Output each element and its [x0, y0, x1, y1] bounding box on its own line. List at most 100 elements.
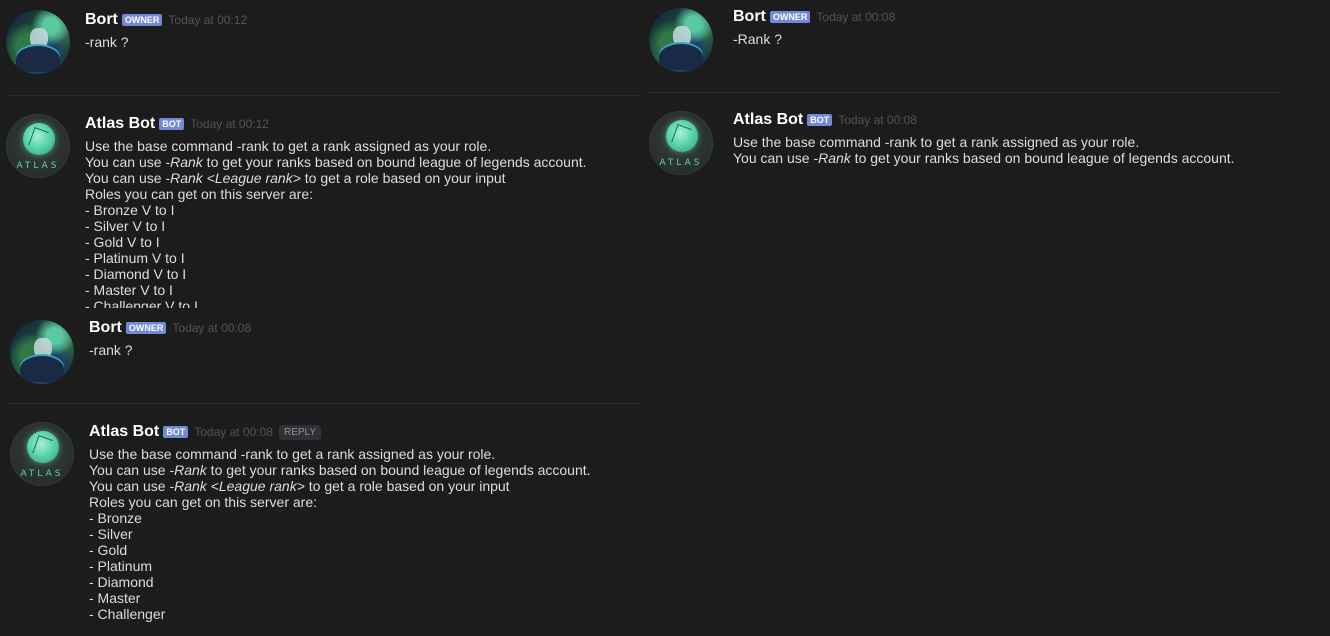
bot-avatar[interactable]: ATLAS [649, 111, 713, 175]
command-syntax: Rank <League rank> [174, 478, 305, 494]
message-line-text: You can use - [89, 462, 175, 478]
atlas-logo-text: ATLAS [659, 158, 703, 168]
message-line-text: You can use - [733, 150, 819, 166]
message-line: Use the base command -rank to get a rank… [89, 446, 591, 462]
bot-avatar[interactable]: ATLAS [10, 422, 74, 486]
reply-button[interactable]: REPLY [278, 424, 322, 440]
user-avatar[interactable] [6, 10, 70, 74]
bot-badge: BOT [159, 118, 185, 130]
message-line: You can use -Rank to get your ranks base… [733, 150, 1235, 166]
username[interactable]: Bort [89, 319, 122, 336]
message-line-text: Roles you can get on this server are: [89, 494, 318, 510]
user-message: Bort OWNER Today at 00:08 -rank ? [4, 310, 640, 403]
message-line: - Challenger V to I [85, 298, 587, 308]
command-syntax: Rank [818, 150, 851, 166]
message-line: - Bronze V to I [85, 202, 587, 218]
message-line: You can use -Rank to get your ranks base… [89, 462, 591, 478]
message-line-text: You can use - [89, 478, 175, 494]
owner-badge: OWNER [769, 11, 811, 23]
message-line: You can use -Rank <League rank> to get a… [85, 170, 587, 186]
bot-message-text: Use the base command -rank to get a rank… [89, 446, 591, 622]
bot-message-text: Use the base command -rank to get a rank… [85, 138, 587, 308]
message-line-text: - Platinum [89, 558, 153, 574]
globe-icon [27, 431, 59, 463]
chat-panel-1: Bort OWNER Today at 00:12 -rank ? ATLAS At… [0, 0, 640, 308]
timestamp: Today at 00:08 [838, 113, 917, 127]
owner-badge: OWNER [121, 14, 163, 26]
message-line-text: You can use - [85, 170, 171, 186]
message-line: - Gold V to I [85, 234, 587, 250]
timestamp: Today at 00:12 [168, 13, 248, 27]
command-syntax: Rank [170, 154, 203, 170]
message-line-text: - Challenger [89, 606, 166, 622]
username[interactable]: Bort [85, 11, 118, 28]
timestamp: Today at 00:08 [194, 425, 273, 439]
globe-icon [23, 123, 55, 155]
bot-message-text: Use the base command -rank to get a rank… [733, 134, 1235, 166]
message-line: - Silver [89, 526, 591, 542]
message-line: - Bronze [89, 510, 591, 526]
message-line: - Challenger [89, 606, 591, 622]
message-line: - Master [89, 590, 591, 606]
message-text: -Rank ? [733, 31, 783, 47]
message-line: - Diamond V to I [85, 266, 587, 282]
message-line-text: - Bronze V to I [85, 202, 175, 218]
message-line-text: Roles you can get on this server are: [85, 186, 314, 202]
message-line-text: Use the base command -rank to get a rank… [733, 134, 1140, 150]
bot-message: ATLAS Atlas Bot BOT Today at 00:08 Use the… [643, 93, 1330, 176]
message-line: You can use -Rank to get your ranks base… [85, 154, 587, 170]
bot-name[interactable]: Atlas Bot [89, 423, 159, 440]
message-line: - Platinum [89, 558, 591, 574]
user-message: Bort OWNER Today at 00:08 -Rank ? [643, 0, 1330, 92]
chat-panel-2: Bort OWNER Today at 00:08 -rank ? ATLAS At… [4, 310, 640, 636]
message-line-text: Use the base command -rank to get a rank… [89, 446, 496, 462]
message-line-text: to get a role based on your input [300, 170, 506, 186]
message-line-text: - Bronze [89, 510, 142, 526]
message-line-text: - Silver [89, 526, 133, 542]
atlas-logo-text: ATLAS [16, 161, 60, 171]
bot-message: ATLAS Atlas Bot BOT Today at 00:08 REPLY Us… [4, 404, 640, 636]
message-line: - Silver V to I [85, 218, 587, 234]
timestamp: Today at 00:08 [172, 321, 252, 335]
bot-avatar[interactable]: ATLAS [6, 114, 70, 178]
user-avatar[interactable] [649, 8, 713, 72]
message-line-text: - Gold V to I [85, 234, 160, 250]
message-line: Use the base command -rank to get a rank… [85, 138, 587, 154]
message-line-text: to get your ranks based on bound league … [850, 150, 1235, 166]
command-syntax: Rank <League rank> [170, 170, 301, 186]
globe-icon [666, 120, 698, 152]
message-line-text: to get a role based on your input [304, 478, 510, 494]
bot-name[interactable]: Atlas Bot [733, 111, 803, 128]
message-line-text: - Master V to I [85, 282, 173, 298]
timestamp: Today at 00:12 [190, 117, 269, 131]
message-line-text: Use the base command -rank to get a rank… [85, 138, 492, 154]
message-line-text: You can use - [85, 154, 171, 170]
message-line-text: to get your ranks based on bound league … [202, 154, 587, 170]
user-avatar[interactable] [10, 320, 74, 384]
message-line-text: - Master [89, 590, 141, 606]
bot-message: ATLAS Atlas Bot BOT Today at 00:12 Use the… [0, 96, 640, 308]
bot-badge: BOT [163, 426, 189, 438]
message-line-text: - Platinum V to I [85, 250, 185, 266]
message-text: -rank ? [89, 342, 133, 358]
timestamp: Today at 00:08 [816, 10, 896, 24]
command-syntax: Rank [174, 462, 207, 478]
message-line: - Master V to I [85, 282, 587, 298]
chat-panel-3: Bort OWNER Today at 00:08 -Rank ? ATLAS At… [643, 0, 1330, 176]
message-line: You can use -Rank <League rank> to get a… [89, 478, 591, 494]
user-message: Bort OWNER Today at 00:12 -rank ? [0, 0, 640, 95]
bot-name[interactable]: Atlas Bot [85, 115, 155, 132]
message-line-text: to get your ranks based on bound league … [206, 462, 591, 478]
atlas-logo-text: ATLAS [20, 469, 64, 479]
message-line: - Diamond [89, 574, 591, 590]
message-line-text: - Gold [89, 542, 128, 558]
message-line: Roles you can get on this server are: [89, 494, 591, 510]
message-line: Roles you can get on this server are: [85, 186, 587, 202]
message-text: -rank ? [85, 34, 129, 50]
message-line: - Gold [89, 542, 591, 558]
message-line-text: - Challenger V to I [85, 298, 198, 308]
message-line: Use the base command -rank to get a rank… [733, 134, 1235, 150]
username[interactable]: Bort [733, 8, 766, 25]
message-line: - Platinum V to I [85, 250, 587, 266]
bot-badge: BOT [807, 114, 833, 126]
